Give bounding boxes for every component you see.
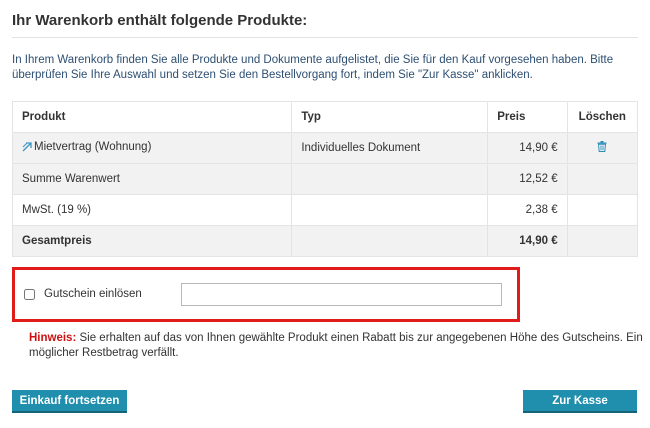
voucher-highlight-box: Gutschein einlösen <box>12 267 520 322</box>
hint-label: Hinweis: <box>29 332 77 344</box>
vat-value: 2,38 € <box>487 194 568 226</box>
total-value: 14,90 € <box>487 225 568 257</box>
table-row: Gesamtpreis 14,90 € <box>11 225 639 257</box>
empty-cell <box>291 194 489 226</box>
header-type: Typ <box>291 101 489 133</box>
checkout-button[interactable]: Zur Kasse <box>523 390 637 413</box>
voucher-code-input[interactable] <box>181 283 502 306</box>
table-row: Mietvertrag (Wohnung) Individuelles Doku… <box>11 132 639 164</box>
empty-cell <box>291 225 489 257</box>
page-title: Ihr Warenkorb enthält folgende Produkte: <box>12 12 308 29</box>
continue-shopping-button[interactable]: Einkauf fortsetzen <box>12 390 127 413</box>
header-price: Preis <box>487 101 568 133</box>
voucher-checkbox[interactable] <box>24 289 35 300</box>
empty-cell <box>566 194 639 226</box>
empty-cell <box>566 163 639 195</box>
delete-cell <box>566 132 639 164</box>
header-product: Produkt <box>11 101 293 133</box>
product-cell[interactable]: Mietvertrag (Wohnung) <box>11 132 293 164</box>
product-name-link[interactable]: Mietvertrag (Wohnung) <box>34 141 151 153</box>
total-label: Gesamtpreis <box>11 225 293 257</box>
table-row: Summe Warenwert 12,52 € <box>11 163 639 195</box>
intro-text: In Ihrem Warenkorb finden Sie alle Produ… <box>12 54 614 81</box>
title-divider <box>12 37 638 38</box>
vat-label: MwSt. (19 %) <box>11 194 293 226</box>
subtotal-value: 12,52 € <box>487 163 568 195</box>
table-header-row: Produkt Typ Preis Löschen <box>11 101 639 133</box>
table-row: MwSt. (19 %) 2,38 € <box>11 194 639 226</box>
product-type: Individuelles Dokument <box>291 132 489 164</box>
empty-cell <box>566 225 639 257</box>
product-price: 14,90 € <box>487 132 568 164</box>
hint-text: Hinweis: Sie erhalten auf das von Ihnen … <box>29 331 644 361</box>
external-link-icon <box>22 141 33 155</box>
trash-icon[interactable] <box>597 141 607 155</box>
empty-cell <box>291 163 489 195</box>
cart-table: Produkt Typ Preis Löschen Mietvertrag (W… <box>11 101 639 257</box>
header-delete: Löschen <box>566 101 639 133</box>
voucher-label[interactable]: Gutschein einlösen <box>44 288 142 300</box>
subtotal-label: Summe Warenwert <box>11 163 293 195</box>
hint-body: Sie erhalten auf das von Ihnen gewählte … <box>29 332 643 359</box>
